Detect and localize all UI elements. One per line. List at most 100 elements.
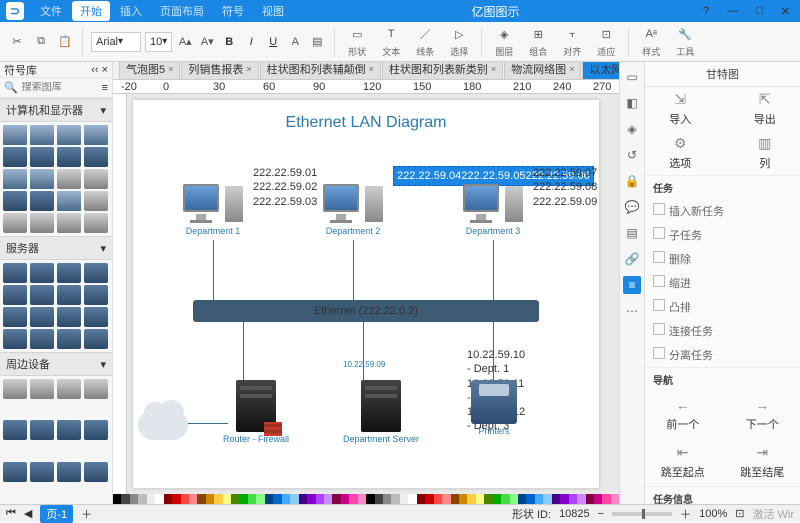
export-icon[interactable]: ⇱ [759, 91, 771, 108]
shape-item[interactable] [30, 379, 54, 399]
tab-1[interactable]: 气泡图5× [119, 62, 180, 79]
color-palette[interactable] [113, 494, 619, 504]
ts-history-icon[interactable]: ↺ [623, 146, 641, 164]
options-icon[interactable]: ⚙ [674, 135, 687, 152]
node-router[interactable]: Router - Firewall [223, 380, 289, 444]
ts-style-icon[interactable]: ▭ [623, 68, 641, 86]
unlink-tasks-button[interactable]: 分离任务 [645, 343, 800, 367]
shape-item[interactable] [3, 213, 27, 233]
ts-link-icon[interactable]: 🔗 [623, 250, 641, 268]
menu-view[interactable]: 视图 [254, 1, 292, 21]
text-tool-icon[interactable]: T [381, 25, 401, 43]
shape-item[interactable] [3, 285, 27, 305]
menu-insert[interactable]: 插入 [112, 1, 150, 21]
shape-item[interactable] [57, 263, 81, 283]
shape-item[interactable] [84, 285, 108, 305]
tab-6[interactable]: 以太网局域网图× [582, 62, 619, 79]
shape-item[interactable] [3, 169, 27, 189]
zoom-in-icon[interactable]: ＋ [680, 506, 691, 522]
shape-item[interactable] [3, 420, 27, 440]
insert-task-button[interactable]: 插入新任务 [645, 199, 800, 223]
node-dept2[interactable]: 222.22.59.04222.22.59.05222.22.59.06 Dep… [323, 180, 383, 236]
shape-item[interactable] [57, 285, 81, 305]
line-tool-icon[interactable]: ／ [415, 25, 435, 43]
menu-home[interactable]: 开始 [72, 1, 110, 21]
tab-2[interactable]: 列销售报表× [181, 62, 258, 79]
node-dept3[interactable]: 222.22.59.07222.22.59.08222.22.59.09 Dep… [463, 180, 523, 236]
import-icon[interactable]: ⇲ [674, 91, 686, 108]
bold-icon[interactable]: B [220, 33, 238, 51]
tab-5[interactable]: 物流网络图× [504, 62, 581, 79]
copy-icon[interactable]: ⧉ [32, 33, 50, 51]
help-button[interactable]: ? [699, 5, 713, 18]
font-color-icon[interactable]: A [286, 33, 304, 51]
shape-item[interactable] [57, 329, 81, 349]
font-grow-icon[interactable]: A▴ [176, 33, 194, 51]
shape-item[interactable] [57, 125, 81, 145]
paste-icon[interactable]: 📋 [56, 33, 74, 51]
align-icon[interactable]: ⫟ [562, 25, 582, 43]
shape-search-input[interactable] [22, 82, 98, 93]
next-icon[interactable]: → [755, 397, 769, 413]
page-indicator[interactable]: 页-1 [40, 505, 73, 523]
shape-item[interactable] [3, 379, 27, 399]
shape-item[interactable] [57, 169, 81, 189]
close-button[interactable]: ✕ [777, 5, 794, 18]
shape-item[interactable] [84, 420, 108, 440]
shape-item[interactable] [3, 462, 27, 482]
outdent-button[interactable]: 凸排 [645, 295, 800, 319]
shape-item[interactable] [3, 147, 27, 167]
shape-item[interactable] [84, 329, 108, 349]
node-server[interactable]: 10.22.59.09 Department Server [343, 380, 419, 444]
node-printers[interactable]: 10.22.59.10 - Dept. 110.22.59.11 - Dept.… [471, 380, 517, 436]
shape-item[interactable] [30, 462, 54, 482]
shape-item[interactable] [30, 263, 54, 283]
shape-item[interactable] [3, 263, 27, 283]
page-first-icon[interactable]: ⏮ [6, 507, 16, 520]
shape-item[interactable] [3, 329, 27, 349]
search-menu-icon[interactable]: ≡ [102, 82, 108, 94]
node-cloud[interactable] [138, 410, 188, 440]
page-add-icon[interactable]: ＋ [81, 506, 92, 522]
minimize-button[interactable]: — [723, 5, 742, 18]
ts-comment-icon[interactable]: 💬 [623, 198, 641, 216]
shape-item[interactable] [57, 307, 81, 327]
ts-lock-icon[interactable]: 🔒 [623, 172, 641, 190]
shape-item[interactable] [30, 213, 54, 233]
ethernet-bus[interactable]: Ethernet (222.22.0.2) [193, 300, 539, 322]
shape-item[interactable] [30, 147, 54, 167]
columns-icon[interactable]: ▥ [758, 135, 771, 152]
menu-symbol[interactable]: 符号 [214, 1, 252, 21]
font-size-select[interactable]: 10 ▾ [145, 32, 172, 52]
zoom-out-icon[interactable]: − [598, 508, 604, 520]
shape-item[interactable] [30, 420, 54, 440]
canvas[interactable]: Ethernet LAN Diagram 222.22.59.01222.22.… [133, 100, 599, 488]
page-prev-icon[interactable]: ◀ [24, 507, 32, 520]
ts-more-icon[interactable]: ⋯ [623, 302, 641, 320]
italic-icon[interactable]: I [242, 33, 260, 51]
category-peripherals[interactable]: 周边设备▾ [0, 352, 112, 376]
shape-item[interactable] [84, 213, 108, 233]
ts-data-icon[interactable]: ▤ [623, 224, 641, 242]
shape-item[interactable] [30, 329, 54, 349]
node-dept1[interactable]: 222.22.59.01222.22.59.02222.22.59.03 Dep… [183, 180, 243, 236]
fit-icon[interactable]: ⊡ [596, 25, 616, 43]
goto-start-icon[interactable]: ⇤ [677, 444, 689, 461]
link-tasks-button[interactable]: 连接任务 [645, 319, 800, 343]
shape-item[interactable] [84, 169, 108, 189]
shape-item[interactable] [84, 462, 108, 482]
style-icon[interactable]: Aᵃ [641, 25, 661, 43]
shape-item[interactable] [57, 379, 81, 399]
shape-item[interactable] [84, 191, 108, 211]
shape-item[interactable] [30, 191, 54, 211]
shape-item[interactable] [3, 125, 27, 145]
shape-item[interactable] [84, 263, 108, 283]
ts-gantt-icon[interactable]: ≡ [623, 276, 641, 294]
shape-item[interactable] [57, 191, 81, 211]
shape-item[interactable] [30, 169, 54, 189]
select-tool-icon[interactable]: ▷ [449, 25, 469, 43]
zoom-slider[interactable] [612, 512, 672, 516]
menu-layout[interactable]: 页面布局 [152, 1, 212, 21]
tab-3[interactable]: 柱状图和列表辅颠倒× [260, 62, 381, 79]
shape-item[interactable] [84, 147, 108, 167]
